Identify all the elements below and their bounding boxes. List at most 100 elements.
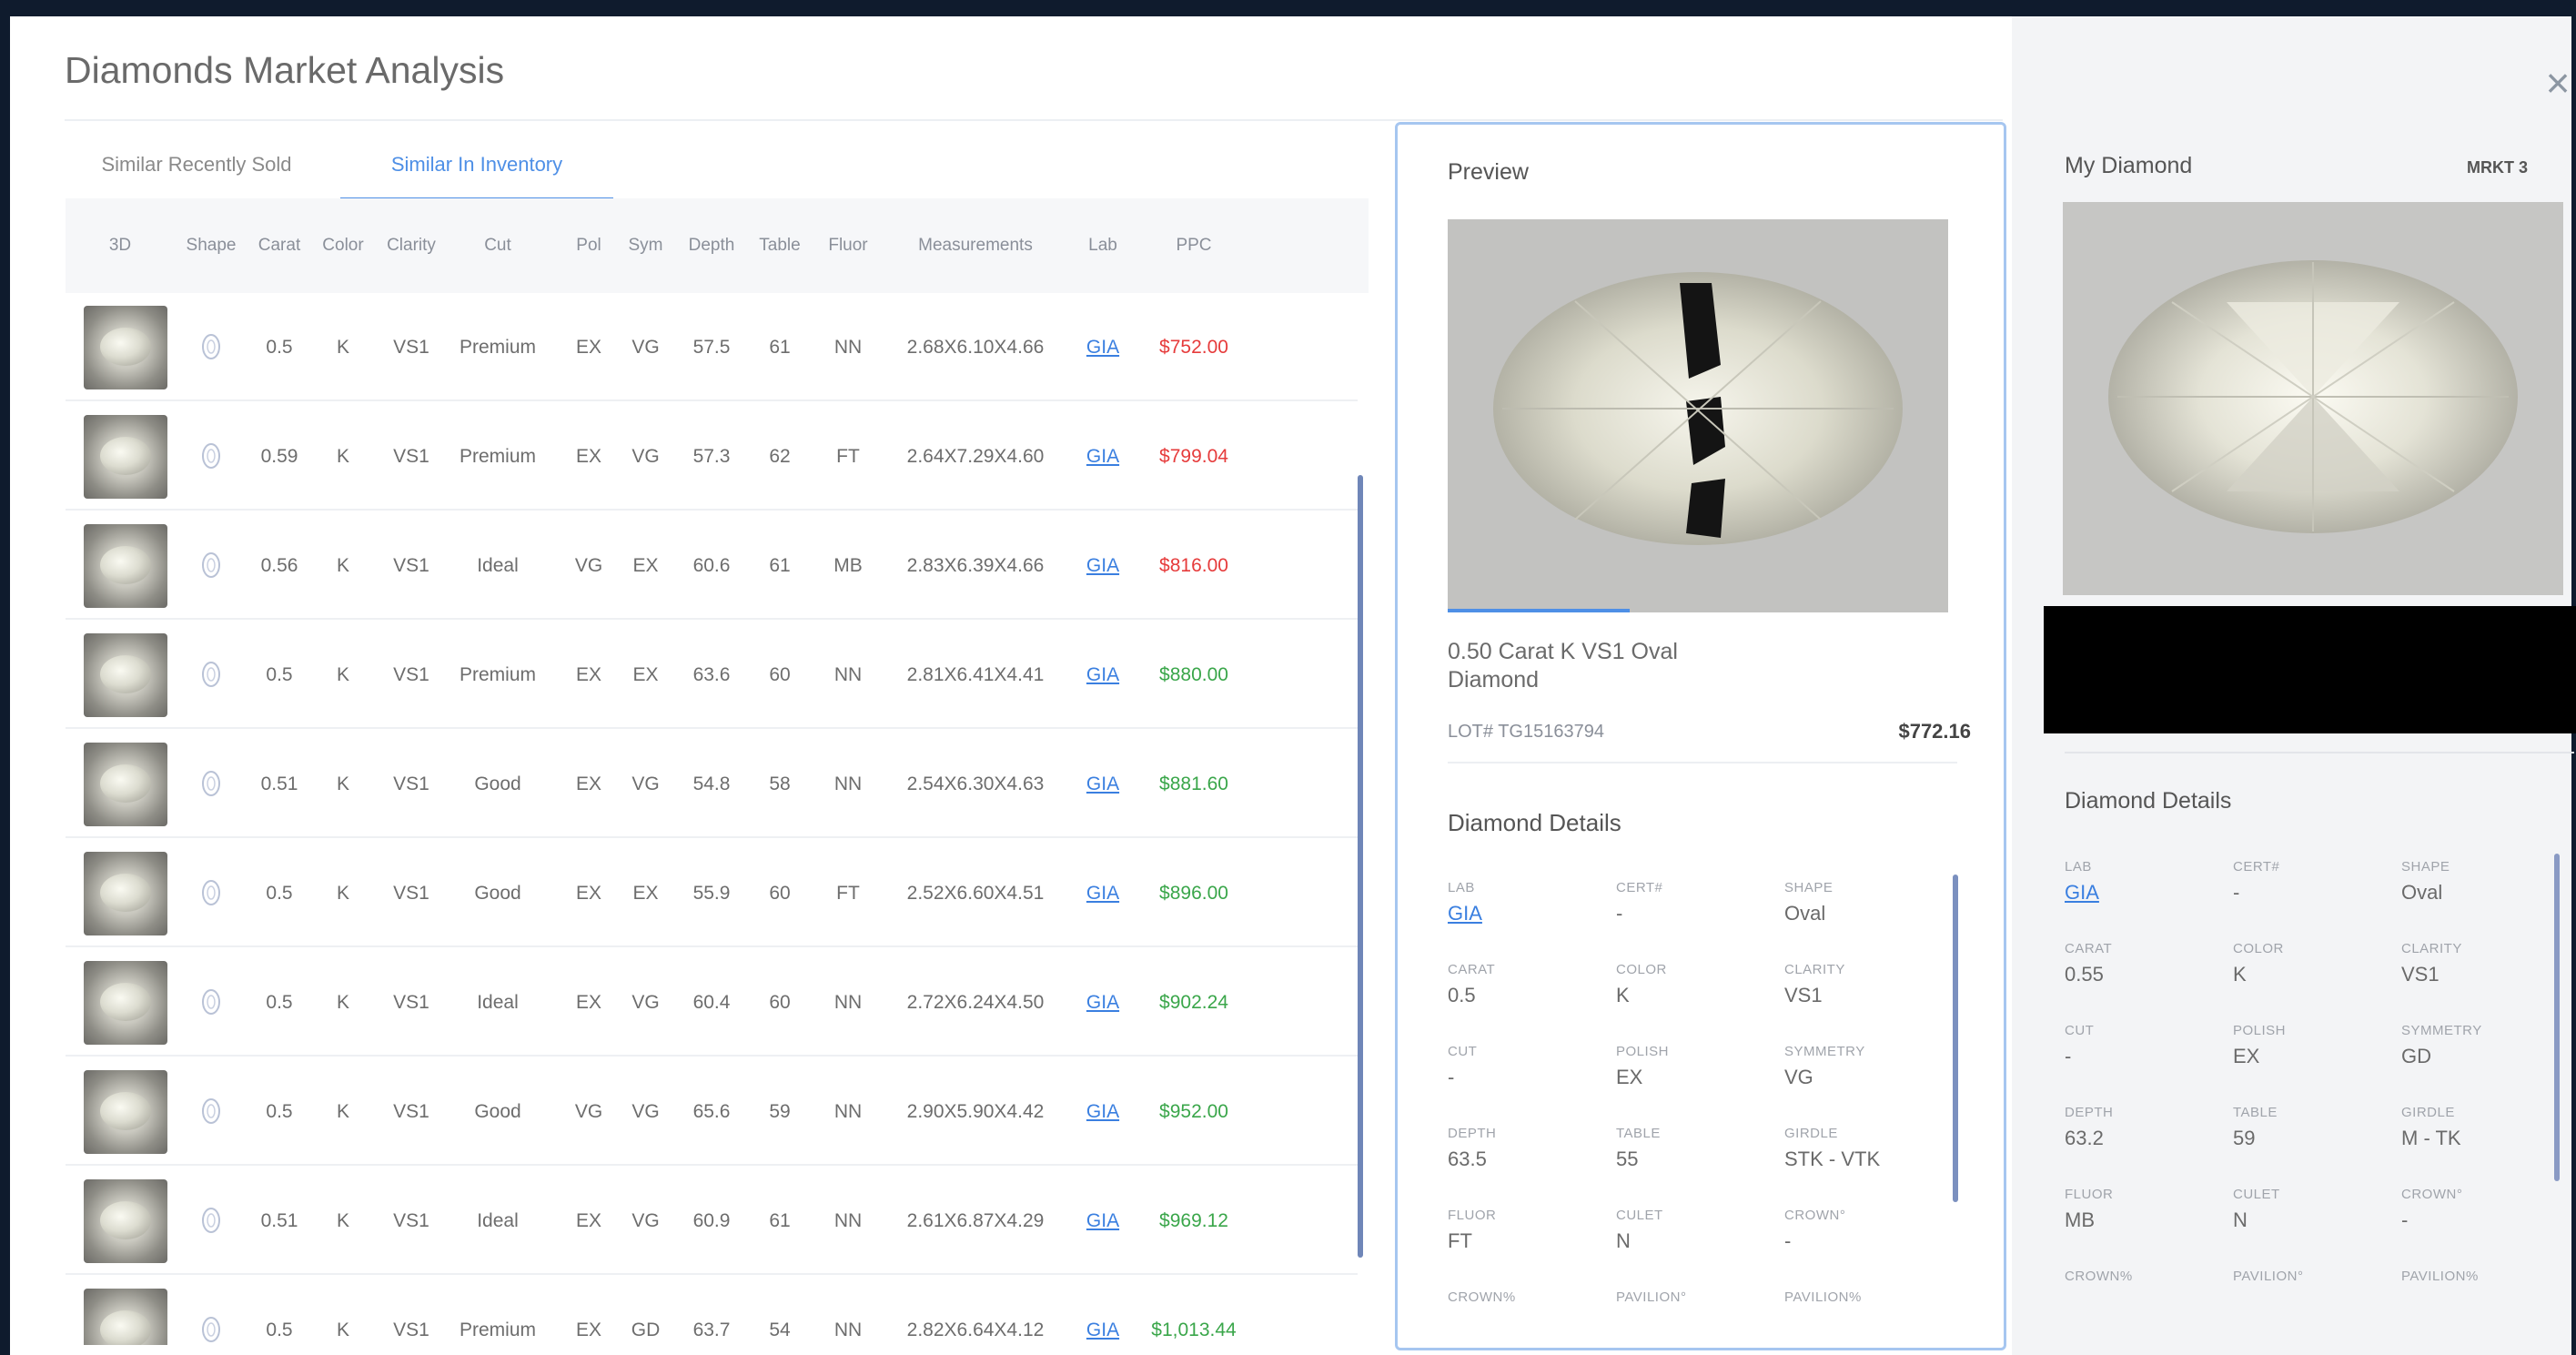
detail-label: POLISH bbox=[1616, 1044, 1670, 1059]
diamond-thumbnail[interactable] bbox=[84, 415, 167, 499]
detail-value: K bbox=[2233, 963, 2247, 986]
detail-item: CERT# - bbox=[1616, 880, 1784, 925]
cell-table: 60 bbox=[769, 664, 791, 685]
column-header[interactable]: Color bbox=[311, 198, 375, 293]
detail-item: FLUOR FT bbox=[1448, 1208, 1616, 1253]
price-per-carat: $799.04 bbox=[1159, 446, 1228, 467]
detail-label: TABLE bbox=[1616, 1126, 1661, 1141]
detail-lab-link[interactable]: GIA bbox=[1448, 902, 1616, 925]
column-header[interactable]: Shape bbox=[175, 198, 247, 293]
cell-cut: Good bbox=[474, 774, 521, 794]
diamond-thumbnail[interactable] bbox=[84, 961, 167, 1045]
lab-link[interactable]: GIA bbox=[1066, 1276, 1139, 1345]
detail-label: DEPTH bbox=[1448, 1126, 1497, 1141]
table-row[interactable]: 0.5 K VS1 Premium EX VG 57.5 61 NN 2.68X6.10X4.66… bbox=[66, 293, 1358, 401]
table-row[interactable]: 0.5 K VS1 Premium EX EX 63.6 60 NN 2.81X6.41X4.41… bbox=[66, 621, 1358, 729]
lab-link[interactable]: GIA bbox=[1066, 1057, 1139, 1166]
cell-color: K bbox=[336, 1320, 349, 1340]
price-per-carat: $896.00 bbox=[1159, 883, 1228, 904]
detail-item: CULET N bbox=[2233, 1187, 2401, 1232]
column-header[interactable]: Fluor bbox=[812, 198, 884, 293]
oval-shape-icon bbox=[202, 334, 220, 359]
column-header[interactable]: Lab bbox=[1066, 198, 1139, 293]
table-row[interactable]: 0.5 K VS1 Good VG VG 65.6 59 NN 2.90X5.90X4.42 GIA… bbox=[66, 1057, 1358, 1166]
table-row[interactable]: 0.51 K VS1 Ideal EX VG 60.9 61 NN 2.61X6.87X4.29 G… bbox=[66, 1167, 1358, 1275]
oval-shape-icon bbox=[202, 880, 220, 905]
lab-link[interactable]: GIA bbox=[1066, 293, 1139, 401]
column-header[interactable]: Clarity bbox=[375, 198, 448, 293]
detail-label: SHAPE bbox=[1784, 880, 1834, 895]
detail-value: - bbox=[1448, 1066, 1455, 1088]
cell-carat: 0.5 bbox=[266, 337, 293, 358]
oval-shape-icon bbox=[202, 1317, 220, 1342]
detail-item: CULET N bbox=[1616, 1208, 1784, 1253]
detail-label: CULET bbox=[2233, 1187, 2280, 1202]
cell-pol: EX bbox=[575, 446, 601, 467]
price-per-carat: $952.00 bbox=[1159, 1101, 1228, 1122]
diamond-thumbnail[interactable] bbox=[84, 633, 167, 717]
table-scrollbar[interactable] bbox=[1358, 475, 1363, 1258]
close-icon[interactable]: × bbox=[2540, 60, 2576, 106]
lab-link[interactable]: GIA bbox=[1066, 402, 1139, 511]
detail-label: SYMMETRY bbox=[1784, 1044, 1865, 1059]
column-header[interactable]: Cut bbox=[448, 198, 548, 293]
detail-value: VS1 bbox=[2401, 963, 2440, 986]
detail-label: FLUOR bbox=[2065, 1187, 2114, 1202]
tab-bar: Similar Recently Sold Similar In Invento… bbox=[65, 139, 1366, 201]
diamond-thumbnail[interactable] bbox=[84, 1289, 167, 1345]
table-row[interactable]: 0.5 K VS1 Ideal EX VG 60.4 60 NN 2.72X6.24X4.50 GI… bbox=[66, 948, 1358, 1057]
table-row[interactable]: 0.59 K VS1 Premium EX VG 57.3 62 FT 2.64X7.29X4.6… bbox=[66, 402, 1358, 511]
table-row[interactable]: 0.5 K VS1 Premium EX GD 63.7 54 NN 2.82X6.64X4.12… bbox=[66, 1276, 1358, 1345]
cell-carat: 0.5 bbox=[266, 992, 293, 1013]
cell-table: 59 bbox=[769, 1101, 791, 1122]
detail-label: CROWN% bbox=[1448, 1289, 1516, 1305]
detail-value: - bbox=[1616, 902, 1623, 925]
diamond-thumbnail[interactable] bbox=[84, 1070, 167, 1154]
column-header[interactable]: Table bbox=[748, 198, 812, 293]
detail-value: 0.55 bbox=[2065, 963, 2104, 986]
my-diamond-details-scrollbar[interactable] bbox=[2554, 854, 2560, 1181]
detail-lab-link[interactable]: GIA bbox=[2065, 881, 2233, 905]
lab-link[interactable]: GIA bbox=[1066, 730, 1139, 838]
oval-shape-icon bbox=[202, 771, 220, 796]
lab-link[interactable]: GIA bbox=[1066, 621, 1139, 729]
detail-label: SHAPE bbox=[2401, 859, 2450, 875]
tab-similar-in-inventory[interactable]: Similar In Inventory bbox=[340, 139, 613, 201]
table-row[interactable]: 0.5 K VS1 Good EX EX 55.9 60 FT 2.52X6.60X4.51 GIA… bbox=[66, 839, 1358, 947]
lab-link[interactable]: GIA bbox=[1066, 511, 1139, 620]
lab-link[interactable]: GIA bbox=[1066, 948, 1139, 1057]
column-header[interactable]: Depth bbox=[675, 198, 748, 293]
cell-color: K bbox=[336, 1101, 349, 1122]
diamond-thumbnail[interactable] bbox=[84, 306, 167, 389]
detail-label: CULET bbox=[1616, 1208, 1663, 1223]
column-header[interactable]: Measurements bbox=[884, 198, 1066, 293]
cell-pol: EX bbox=[575, 883, 601, 904]
column-header[interactable]: Pol bbox=[561, 198, 616, 293]
diamond-thumbnail[interactable] bbox=[84, 852, 167, 935]
lab-link[interactable]: GIA bbox=[1066, 1167, 1139, 1275]
cell-meas: 2.72X6.24X4.50 bbox=[906, 992, 1045, 1013]
preview-details-scrollbar[interactable] bbox=[1953, 875, 1958, 1202]
cell-sym: VG bbox=[631, 1101, 660, 1122]
diamond-thumbnail[interactable] bbox=[84, 1179, 167, 1263]
cell-sym: EX bbox=[632, 664, 659, 685]
lab-link[interactable]: GIA bbox=[1066, 839, 1139, 947]
column-header[interactable]: Sym bbox=[616, 198, 675, 293]
cell-clarity: VS1 bbox=[393, 1210, 429, 1231]
tab-similar-recently-sold[interactable]: Similar Recently Sold bbox=[65, 139, 328, 201]
detail-value: VG bbox=[1784, 1066, 1813, 1088]
column-header[interactable]: PPC bbox=[1139, 198, 1248, 293]
diamond-thumbnail[interactable] bbox=[84, 524, 167, 608]
cell-meas: 2.82X6.64X4.12 bbox=[906, 1320, 1045, 1340]
table-row[interactable]: 0.56 K VS1 Ideal VG EX 60.6 61 MB 2.83X6.39X4.66 G… bbox=[66, 511, 1358, 620]
cell-cut: Premium bbox=[459, 446, 536, 467]
table-row[interactable]: 0.51 K VS1 Good EX VG 54.8 58 NN 2.54X6.30X4.63 GI… bbox=[66, 730, 1358, 838]
detail-item: PAVILION° bbox=[1616, 1289, 1784, 1311]
my-diamond-details-title: Diamond Details bbox=[2065, 788, 2232, 814]
cell-carat: 0.56 bbox=[260, 555, 298, 576]
detail-item: CLARITY VS1 bbox=[2401, 941, 2570, 986]
column-header[interactable]: 3D bbox=[66, 198, 175, 293]
detail-value: N bbox=[2233, 1208, 2248, 1231]
column-header[interactable]: Carat bbox=[247, 198, 311, 293]
diamond-thumbnail[interactable] bbox=[84, 743, 167, 826]
